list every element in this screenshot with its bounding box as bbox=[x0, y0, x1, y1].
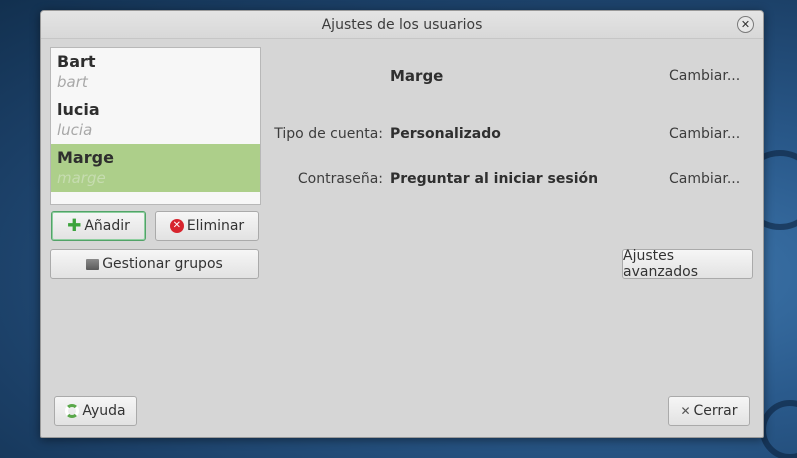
user-list[interactable]: Bart bart lucia lucia Marge marge bbox=[50, 47, 261, 205]
advanced-settings-label: Ajustes avanzados bbox=[623, 248, 698, 280]
close-button[interactable]: ✕ Cerrar bbox=[668, 396, 750, 426]
remove-user-button[interactable]: ✕ Eliminar bbox=[155, 211, 259, 241]
window-titlebar: Ajustes de los usuarios ✕ bbox=[41, 11, 763, 39]
user-login-name: bart bbox=[57, 73, 88, 91]
manage-groups-button[interactable]: Gestionar grupos bbox=[50, 249, 259, 279]
user-list-item-lucia[interactable]: lucia lucia bbox=[51, 96, 260, 144]
user-settings-window: Ajustes de los usuarios ✕ Bart bart luci… bbox=[40, 10, 764, 438]
advanced-settings-button[interactable]: Ajustes avanzados bbox=[622, 248, 753, 280]
close-icon: ✕ bbox=[680, 404, 691, 418]
user-list-item-marge[interactable]: Marge marge bbox=[51, 144, 260, 192]
account-type-label: Tipo de cuenta: bbox=[274, 126, 383, 142]
account-type-value: Personalizado bbox=[390, 126, 501, 142]
help-label: Ayuda bbox=[82, 403, 126, 419]
manage-groups-label: Gestionar grupos bbox=[102, 256, 223, 272]
user-login-name: marge bbox=[57, 169, 106, 187]
plus-icon: ✚ bbox=[67, 216, 82, 236]
add-user-button[interactable]: ✚ Añadir bbox=[51, 211, 146, 241]
change-account-type-link[interactable]: Cambiar... bbox=[669, 126, 740, 142]
password-value: Preguntar al iniciar sesión bbox=[390, 171, 599, 187]
user-display-name: lucia bbox=[57, 100, 100, 119]
remove-icon: ✕ bbox=[169, 219, 184, 233]
help-icon bbox=[65, 404, 80, 418]
add-user-label: Añadir bbox=[84, 218, 130, 234]
desktop-wallpaper-ring bbox=[760, 400, 797, 458]
change-password-link[interactable]: Cambiar... bbox=[669, 171, 740, 187]
window-title: Ajustes de los usuarios bbox=[321, 17, 483, 33]
password-label: Contraseña: bbox=[297, 171, 383, 187]
user-list-item-bart[interactable]: Bart bart bbox=[51, 48, 260, 96]
user-display-name: Bart bbox=[57, 52, 96, 71]
selected-user-name: Marge bbox=[390, 67, 444, 85]
window-close-button[interactable]: ✕ bbox=[737, 16, 754, 33]
help-button[interactable]: Ayuda bbox=[54, 396, 137, 426]
close-icon: ✕ bbox=[740, 18, 751, 31]
close-label: Cerrar bbox=[693, 403, 738, 419]
change-name-link[interactable]: Cambiar... bbox=[669, 68, 740, 84]
group-icon bbox=[86, 258, 100, 270]
user-login-name: lucia bbox=[57, 121, 93, 139]
remove-user-label: Eliminar bbox=[186, 218, 245, 234]
user-display-name: Marge bbox=[57, 148, 114, 167]
